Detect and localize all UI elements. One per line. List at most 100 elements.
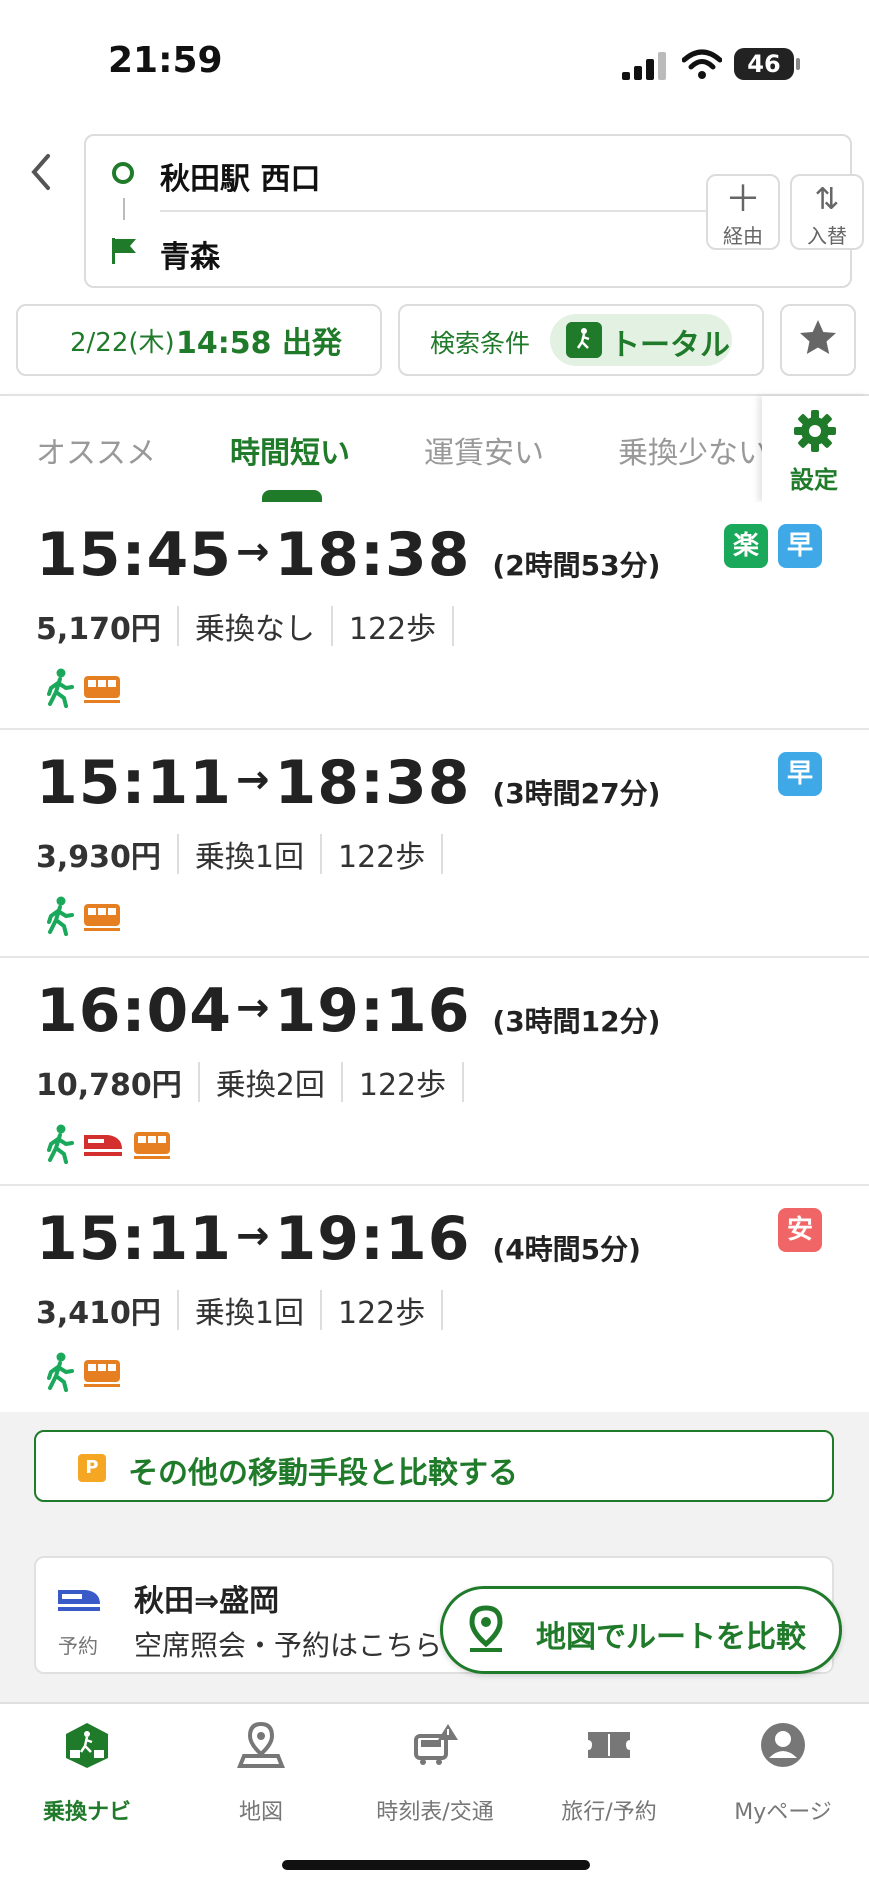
route-connector <box>123 198 125 220</box>
transport-modes <box>44 896 122 936</box>
route-meta: 10,780円 乗換2回 122歩 <box>36 1060 480 1104</box>
train-icon <box>134 1132 170 1159</box>
route-badge: 早 <box>778 524 822 568</box>
depart-time: 16:04 <box>36 976 232 1046</box>
duration: (2時間53分) <box>492 549 661 582</box>
transfers: 乗換1回 <box>194 1296 304 1331</box>
divider <box>441 834 444 874</box>
arrive-time: 18:38 <box>274 748 471 818</box>
via-label: 経由 <box>723 224 763 248</box>
walk-steps: 122歩 <box>338 1296 426 1331</box>
gear-icon <box>794 410 836 452</box>
train-icon <box>84 904 120 931</box>
nav-travel-label: 旅行/予約 <box>561 1800 657 1825</box>
transport-modes <box>44 1124 172 1164</box>
divider <box>176 834 179 874</box>
timetable-icon <box>414 1724 458 1765</box>
transfers: 乗換なし <box>194 612 315 647</box>
search-condition-label: 検索条件 <box>430 329 531 358</box>
duration: (4時間5分) <box>492 1233 641 1266</box>
transfers: 乗換2回 <box>215 1068 325 1103</box>
depart-time: 15:11 <box>36 1204 232 1274</box>
nav-mypage[interactable]: Myページ <box>696 1720 869 1826</box>
divider <box>197 1062 200 1102</box>
map-pin-icon <box>469 1605 503 1652</box>
ad-route-title: 秋田⇒盛岡 <box>134 1584 280 1619</box>
nav-transit[interactable]: 乗換ナビ <box>0 1720 174 1826</box>
route-meta: 3,930円 乗換1回 122歩 <box>36 832 459 876</box>
reservation-tag: 予約 <box>58 1634 98 1658</box>
divider <box>462 1062 465 1102</box>
route-badge: 安 <box>778 1208 822 1252</box>
departure-date: 2/22(木) <box>70 328 175 358</box>
shinkansen-icon <box>84 1135 122 1156</box>
destination-flag-icon <box>112 238 136 264</box>
tab-recommended[interactable]: オススメ <box>36 428 156 472</box>
swap-button[interactable]: ⇅ 入替 <box>790 174 864 250</box>
fare: 3,930円 <box>36 840 161 875</box>
plus-icon: ＋ <box>724 179 761 220</box>
fare: 3,410円 <box>36 1296 161 1331</box>
walk-icon <box>47 1124 74 1164</box>
fare: 5,170円 <box>36 612 161 647</box>
walk-steps: 122歩 <box>338 840 426 875</box>
arrow-right-icon: → <box>236 757 271 803</box>
walk-icon <box>47 896 74 936</box>
origin-marker-icon <box>112 162 134 184</box>
parking-icon: P <box>78 1454 106 1482</box>
transport-modes <box>44 1352 122 1392</box>
walk-icon <box>47 668 74 708</box>
star-icon <box>800 320 836 354</box>
nav-travel[interactable]: 旅行/予約 <box>522 1720 696 1826</box>
settings-label: 設定 <box>790 466 838 494</box>
arrive-time: 19:16 <box>274 976 471 1046</box>
nav-timetable[interactable]: 時刻表/交通 <box>348 1720 522 1826</box>
divider <box>330 606 333 646</box>
divider <box>441 1290 444 1330</box>
via-button[interactable]: ＋ 経由 <box>706 174 780 250</box>
total-condition-icon <box>566 322 602 358</box>
tab-fewest-transfers[interactable]: 乗換少ない <box>618 428 762 472</box>
route-meta: 5,170円 乗換なし 122歩 <box>36 604 470 648</box>
map-icon <box>237 1721 285 1768</box>
transport-modes <box>44 668 122 708</box>
arrive-time: 19:16 <box>274 1204 471 1274</box>
route-times: 15:45 →18:38 (2時間53分) <box>36 520 660 590</box>
divider <box>176 1290 179 1330</box>
depart-time: 15:11 <box>36 748 232 818</box>
route-badge: 早 <box>778 752 822 796</box>
divider <box>340 1062 343 1102</box>
transit-nav-icon <box>66 1723 108 1768</box>
destination-station[interactable]: 青森 <box>160 232 220 276</box>
route-times: 15:11 →19:16 (4時間5分) <box>36 1204 641 1274</box>
ad-subtitle: 空席照会・予約はこちら <box>134 1629 443 1662</box>
divider <box>320 834 322 874</box>
train-icon <box>84 1360 120 1387</box>
status-time: 21:59 <box>108 40 223 81</box>
divider <box>320 1290 322 1330</box>
swap-label: 入替 <box>807 224 847 248</box>
walk-steps: 122歩 <box>358 1068 447 1103</box>
back-chevron-icon[interactable] <box>24 150 58 194</box>
person-icon <box>761 1723 805 1767</box>
train-icon <box>84 676 120 703</box>
route-times: 15:11 →18:38 (3時間27分) <box>36 748 660 818</box>
origin-station[interactable]: 秋田駅 西口 <box>160 154 320 198</box>
nav-map[interactable]: 地図 <box>174 1720 348 1826</box>
tab-cheapest[interactable]: 運賃安い <box>424 428 544 472</box>
nav-mypage-label: Myページ <box>734 1800 832 1825</box>
departure-time: 14:58 出発 <box>176 326 342 361</box>
divider <box>452 606 455 646</box>
transfers: 乗換1回 <box>194 840 304 875</box>
nav-map-label: 地図 <box>238 1800 283 1825</box>
fare: 10,780円 <box>36 1068 182 1103</box>
condition-value: トータル <box>610 328 730 363</box>
compare-other-transport-label: その他の移動手段と比較する <box>128 1456 518 1491</box>
arrow-right-icon: → <box>236 985 271 1031</box>
cellular-signal-icon <box>622 52 666 80</box>
route-meta: 3,410円 乗換1回 122歩 <box>36 1288 459 1332</box>
route-badge: 楽 <box>724 524 768 568</box>
tab-fastest[interactable]: 時間短い <box>230 428 350 472</box>
route-divider <box>160 210 720 212</box>
walk-icon <box>47 1352 74 1392</box>
